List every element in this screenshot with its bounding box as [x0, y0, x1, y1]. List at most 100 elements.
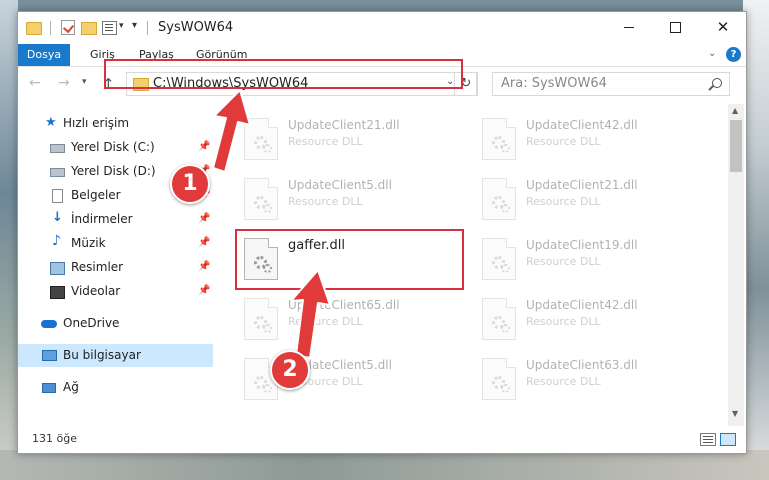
details-view-icon[interactable] — [700, 433, 716, 446]
sidebar-item-videos[interactable]: Videolar 📌 — [18, 280, 213, 303]
file-item[interactable]: UpdateClient63.dll Resource DLL — [476, 354, 708, 410]
this-pc-icon — [42, 350, 57, 361]
search-input[interactable]: Ara: SysWOW64 — [492, 72, 730, 96]
title-bar: ▾ ▾ SysWOW64 ✕ — [18, 12, 746, 44]
file-type: Resource DLL — [526, 255, 601, 268]
file-name: UpdateClient65.dll — [288, 298, 400, 312]
quick-access-properties-icon[interactable] — [61, 20, 75, 35]
folder-icon — [133, 78, 149, 91]
tab-share[interactable]: Paylaş — [139, 44, 174, 66]
sidebar-item-this-pc[interactable]: Bu bilgisayar — [18, 344, 213, 367]
quick-access-new-folder-icon[interactable] — [81, 22, 97, 35]
scroll-up-icon[interactable]: ▲ — [732, 106, 738, 115]
download-icon: ↓ — [52, 210, 63, 225]
file-name: UpdateClient5.dll — [288, 178, 392, 192]
file-name: UpdateClient42.dll — [526, 298, 638, 312]
minimize-button[interactable] — [606, 12, 652, 42]
vertical-scrollbar[interactable]: ▲ ▼ — [728, 104, 744, 426]
dll-file-icon — [482, 118, 516, 160]
recent-locations-icon[interactable]: ▾ — [82, 77, 87, 87]
file-name: gaffer.dll — [288, 238, 345, 253]
pin-icon[interactable]: 📌 — [198, 237, 210, 248]
navigation-bar: ← → ▾ ↑ C:\Windows\SysWOW64 ⌄ ↻ Ara: Sys… — [18, 67, 746, 101]
sidebar-item-downloads[interactable]: ↓ İndirmeler 📌 — [18, 208, 213, 231]
file-name: UpdateClient42.dll — [526, 118, 638, 132]
tab-file[interactable]: Dosya — [18, 44, 70, 66]
tab-view[interactable]: Görünüm — [196, 44, 247, 66]
sidebar-item-label: Yerel Disk (D:) — [71, 164, 156, 178]
up-arrow-icon[interactable]: ↑ — [102, 75, 115, 93]
help-icon[interactable]: ? — [726, 47, 741, 62]
sidebar-item-network[interactable]: Ağ — [18, 376, 213, 399]
pin-icon[interactable]: 📌 — [198, 285, 210, 296]
pin-icon[interactable]: 📌 — [198, 213, 210, 224]
sidebar-item-quick-access[interactable]: ★ Hızlı erişim — [18, 112, 213, 135]
sidebar-item-label: Hızlı erişim — [63, 116, 130, 130]
ribbon-tabs: Dosya Giriş Paylaş Görünüm ⌄ ? — [18, 44, 746, 67]
close-button[interactable]: ✕ — [700, 12, 746, 42]
file-type: Resource DLL — [526, 375, 601, 388]
pin-icon[interactable]: 📌 — [198, 261, 210, 272]
file-item[interactable]: UpdateClient65.dll Resource DLL — [238, 294, 470, 350]
sidebar-item-local-disk-c[interactable]: Yerel Disk (C:) 📌 — [18, 136, 213, 159]
sidebar-item-music[interactable]: ♪ Müzik 📌 — [18, 232, 213, 255]
dll-file-icon — [244, 298, 278, 340]
dll-file-icon — [482, 178, 516, 220]
pin-icon[interactable]: 📌 — [198, 141, 210, 152]
pictures-icon — [50, 262, 65, 275]
back-arrow-icon[interactable]: ← — [29, 75, 41, 91]
file-name: UpdateClient19.dll — [526, 238, 638, 252]
large-icons-view-icon[interactable] — [720, 433, 736, 446]
sidebar-item-label: Resimler — [71, 260, 124, 274]
window-title: SysWOW64 — [158, 20, 234, 35]
sidebar-item-label: Müzik — [71, 236, 106, 250]
dll-file-icon — [482, 298, 516, 340]
close-icon: ✕ — [716, 18, 730, 36]
expand-ribbon-icon[interactable]: ⌄ — [708, 48, 716, 59]
file-item[interactable]: UpdateClient5.dll Resource DLL — [238, 174, 470, 230]
file-item[interactable]: UpdateClient42.dll Resource DLL — [476, 114, 708, 170]
refresh-icon[interactable]: ↻ — [454, 72, 478, 96]
step-callout-1: 1 — [170, 164, 210, 204]
maximize-button[interactable] — [652, 12, 698, 42]
quick-access-rename-icon[interactable] — [102, 21, 117, 35]
scroll-down-icon[interactable]: ▼ — [732, 409, 738, 418]
dll-file-icon — [482, 358, 516, 400]
file-item[interactable]: UpdateClient42.dll Resource DLL — [476, 294, 708, 350]
dll-file-icon — [244, 118, 278, 160]
file-type: Resource DLL — [526, 135, 601, 148]
file-type: Resource DLL — [526, 195, 601, 208]
navigation-pane: ★ Hızlı erişim Yerel Disk (C:) 📌 Yerel D… — [18, 104, 213, 422]
file-item[interactable]: UpdateClient19.dll Resource DLL — [476, 234, 708, 290]
tab-home[interactable]: Giriş — [90, 44, 115, 66]
file-type: Resource DLL — [288, 135, 363, 148]
folder-icon — [26, 22, 42, 35]
file-item-gaffer-dll[interactable]: gaffer.dll — [238, 234, 470, 290]
file-name: UpdateClient21.dll — [526, 178, 638, 192]
star-icon: ★ — [45, 115, 57, 130]
title-separator — [147, 21, 148, 35]
customize-toolbar-icon[interactable]: ▾ — [132, 20, 137, 36]
dll-file-icon — [482, 238, 516, 280]
sidebar-item-label: Ağ — [63, 380, 79, 394]
forward-arrow-icon[interactable]: → — [58, 75, 70, 91]
chevron-down-icon[interactable]: ▾ — [119, 21, 124, 37]
file-item[interactable]: UpdateClient21.dll Resource DLL — [476, 174, 708, 230]
quick-access-separator — [50, 21, 51, 35]
file-type: Resource DLL — [288, 315, 363, 328]
music-icon: ♪ — [52, 233, 61, 249]
file-item[interactable]: UpdateClient21.dll Resource DLL — [238, 114, 470, 170]
sidebar-item-label: Yerel Disk (C:) — [71, 140, 155, 154]
address-path[interactable]: C:\Windows\SysWOW64 — [153, 76, 308, 91]
sidebar-item-label: Belgeler — [71, 188, 121, 202]
scrollbar-thumb[interactable] — [730, 120, 742, 172]
sidebar-item-onedrive[interactable]: OneDrive — [18, 312, 213, 335]
network-icon — [42, 383, 56, 393]
sidebar-item-label: OneDrive — [63, 316, 120, 330]
file-type: Resource DLL — [288, 195, 363, 208]
documents-icon — [52, 189, 63, 203]
sidebar-item-pictures[interactable]: Resimler 📌 — [18, 256, 213, 279]
dll-file-icon — [244, 238, 278, 280]
desktop-background-left — [0, 0, 18, 480]
address-bar[interactable]: C:\Windows\SysWOW64 ⌄ — [126, 72, 477, 96]
